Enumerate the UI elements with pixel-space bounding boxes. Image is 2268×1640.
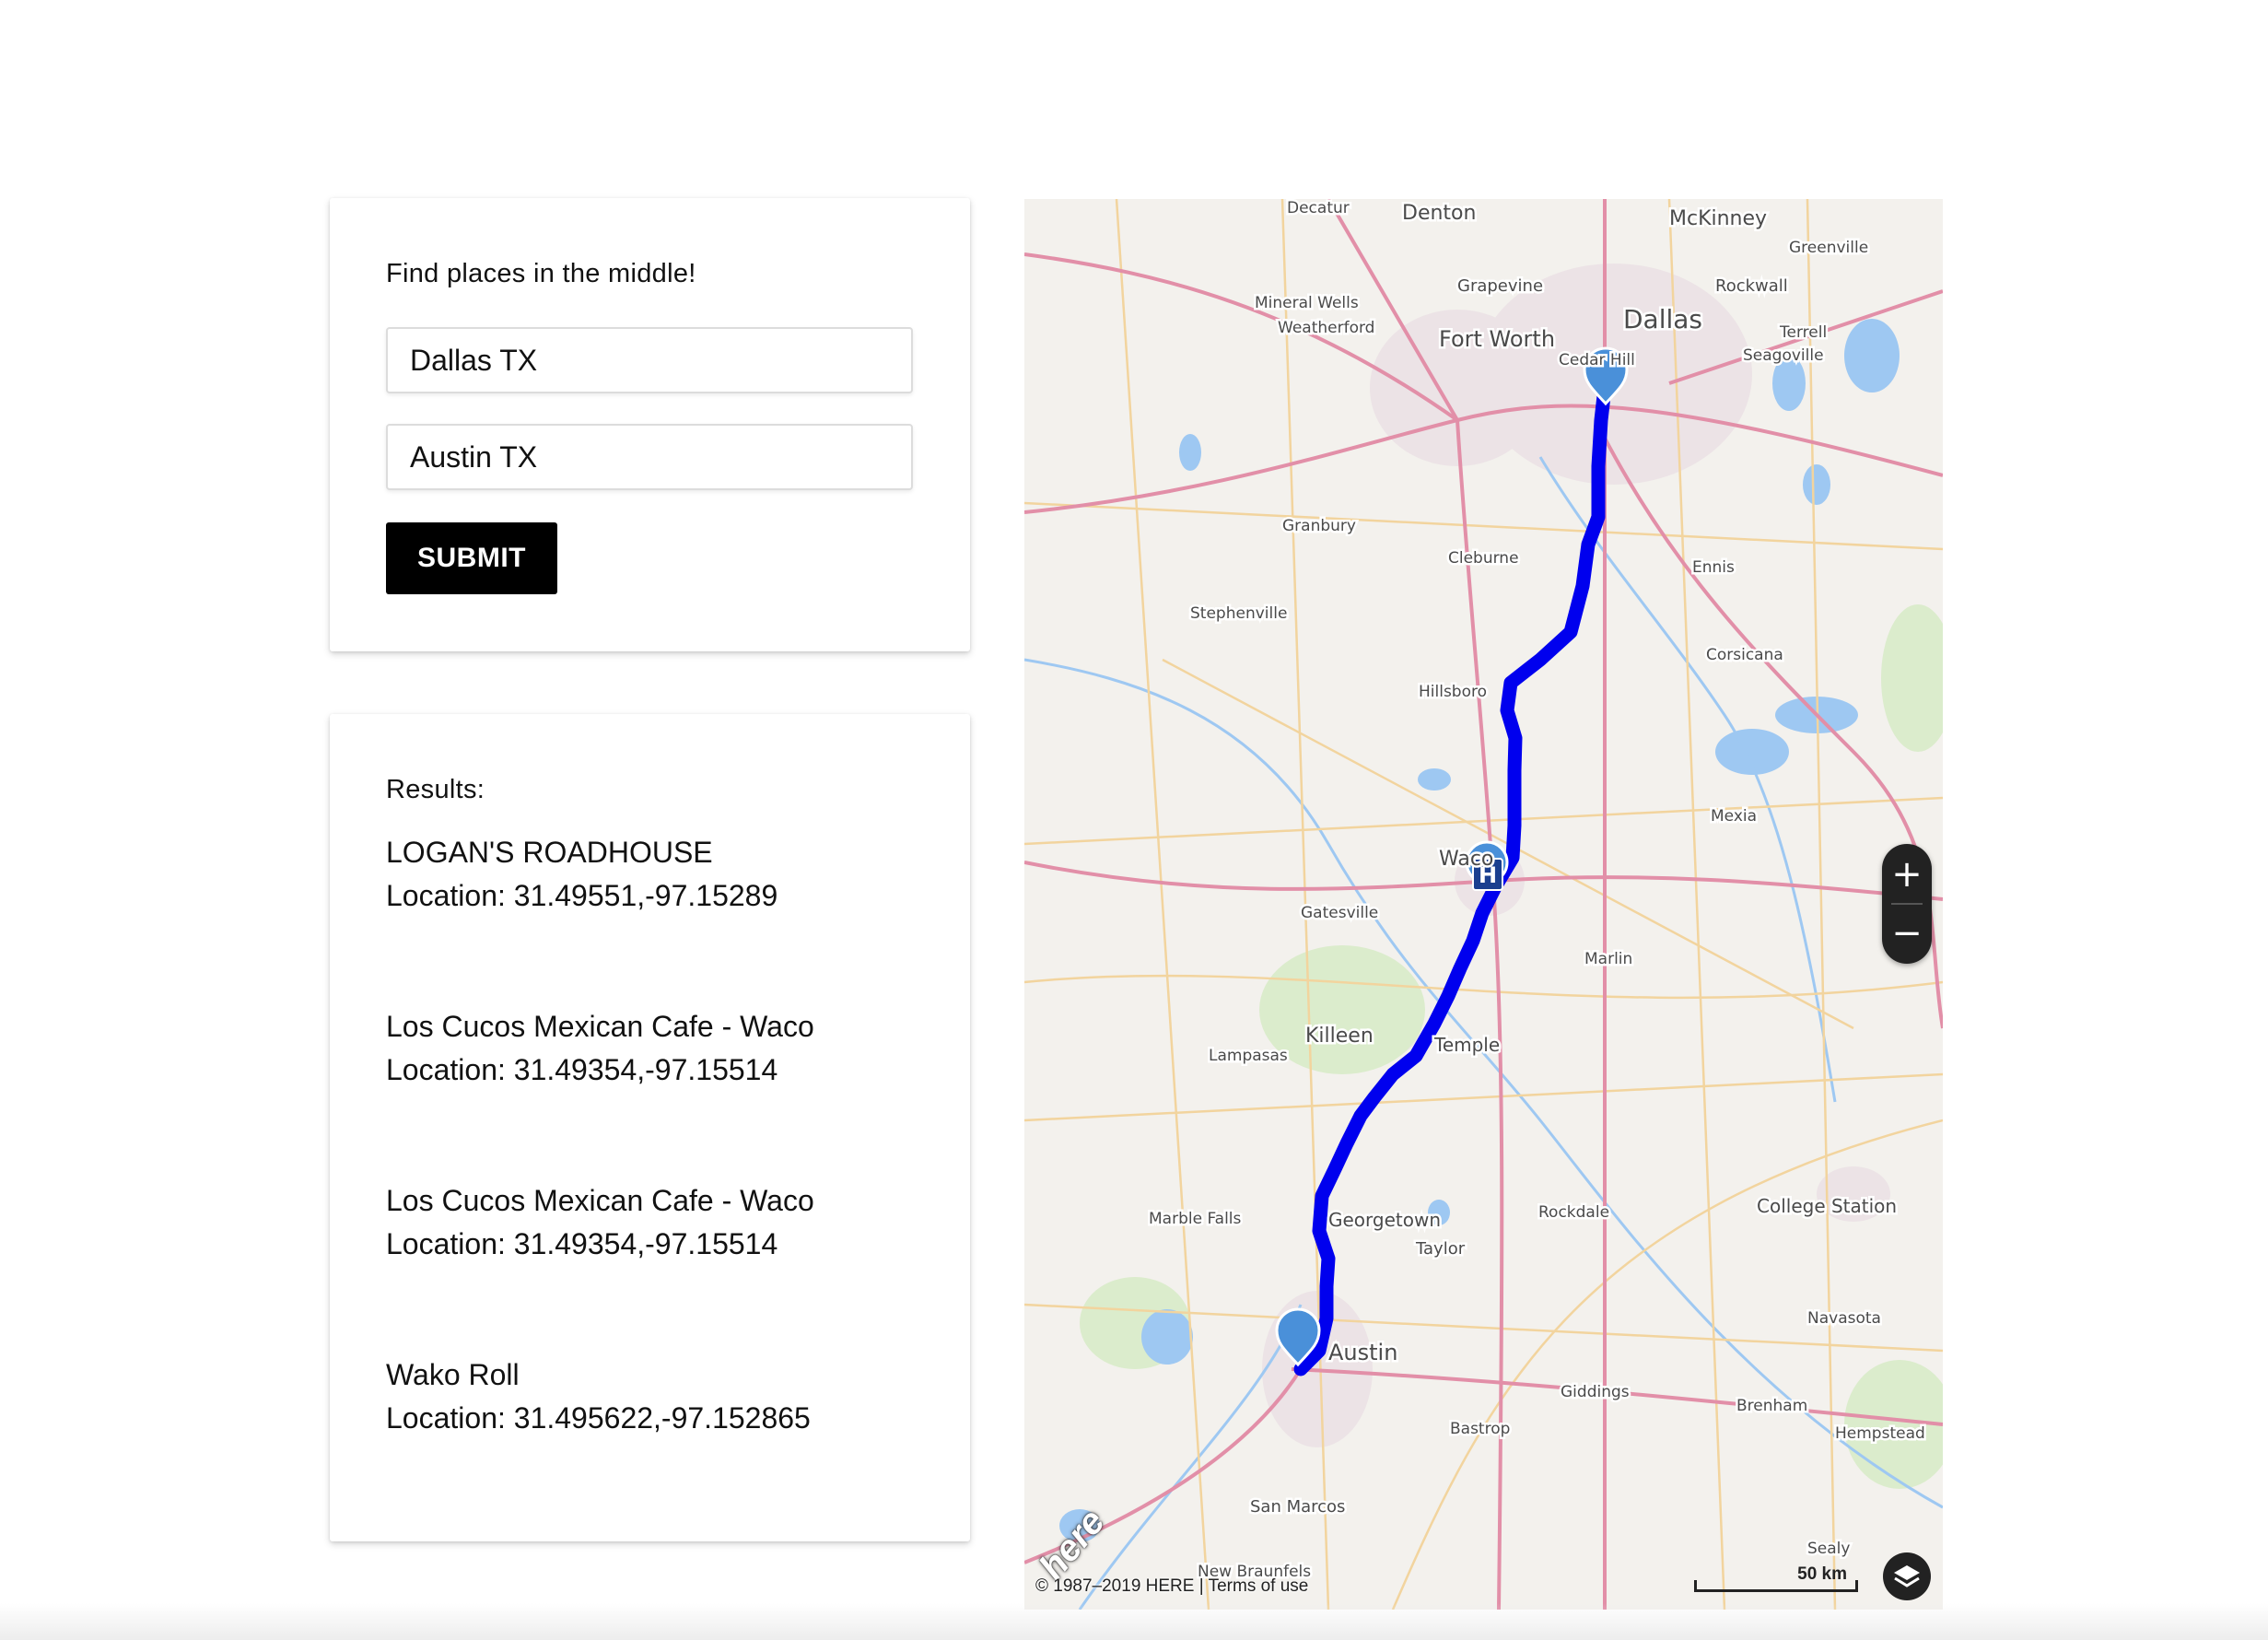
copyright-text: © 1987–2019 HERE | [1035,1576,1209,1596]
origin-input[interactable] [386,327,913,393]
city-label: Grapevine [1457,276,1543,296]
city-label: Waco [1439,848,1493,871]
city-label: Ennis [1692,558,1735,577]
city-label: Granbury [1282,517,1356,535]
city-label: Dallas [1623,304,1702,334]
city-label: Greenville [1789,239,1868,257]
city-label: Sealy [1807,1540,1850,1558]
result-name: Wako Roll [386,1358,520,1391]
city-label: Rockwall [1715,276,1788,296]
terms-of-use-link[interactable]: Terms of use [1209,1576,1309,1596]
city-label: Hempstead [1835,1424,1925,1443]
map-copyright: © 1987–2019 HERE | Terms of use [1035,1576,1308,1597]
zoom-out-button[interactable]: − [1882,905,1932,962]
destination-input[interactable] [386,424,913,490]
bottom-fade [0,1603,2268,1640]
city-label: Decatur [1287,199,1350,217]
city-label: Rockdale [1538,1203,1609,1222]
city-label: Georgetown [1328,1209,1441,1231]
city-label: Cleburne [1448,549,1519,568]
city-label: McKinney [1669,207,1767,230]
city-label: Lampasas [1209,1047,1288,1065]
city-label: Mexia [1711,807,1757,826]
scale-bar: 50 km [1694,1564,1858,1592]
result-item: LOGAN'S ROADHOUSE Location: 31.49551,-97… [386,831,939,918]
search-title: Find places in the middle! [386,259,696,288]
city-label: Bastrop [1450,1420,1510,1438]
result-name: Los Cucos Mexican Cafe - Waco [386,1184,814,1217]
city-label: Terrell [1779,323,1827,342]
city-label: Seagoville [1743,346,1824,365]
urban-areas [1262,264,1890,1447]
city-label: Giddings [1561,1383,1630,1401]
city-label: Hillsboro [1419,683,1487,701]
city-label: Killeen [1305,1025,1374,1048]
page: Find places in the middle! SUBMIT Result… [0,0,2268,1640]
route-map[interactable]: H Decatur Denton McKinney Greenville Rockwal… [1024,199,1943,1610]
city-label: Navasota [1807,1309,1881,1328]
city-label: Temple [1433,1034,1500,1056]
result-item: Los Cucos Mexican Cafe - Waco Location: … [386,1005,939,1092]
city-label: Marlin [1584,950,1632,968]
layers-button[interactable] [1883,1552,1931,1600]
city-label: Cedar Hill [1559,351,1635,369]
city-label: Austin [1328,1340,1397,1365]
city-label: San Marcos [1250,1497,1345,1517]
results-card: Results: LOGAN'S ROADHOUSE Location: 31.… [330,714,970,1541]
city-label: Stephenville [1190,604,1287,623]
city-label: College Station [1757,1195,1897,1217]
city-label: Brenham [1736,1397,1807,1415]
city-label: Gatesville [1301,904,1378,922]
city-label: Corsicana [1706,646,1783,664]
result-name: LOGAN'S ROADHOUSE [386,836,713,869]
city-label: Taylor [1415,1239,1466,1259]
city-label: Weatherford [1278,319,1374,337]
result-location: Location: 31.49551,-97.15289 [386,879,778,912]
zoom-in-button[interactable]: + [1882,846,1932,903]
search-card: Find places in the middle! SUBMIT [330,198,970,651]
results-title: Results: [386,775,485,804]
scale-bar-line [1694,1580,1858,1592]
result-location: Location: 31.49354,-97.15514 [386,1053,778,1086]
result-location: Location: 31.495622,-97.152865 [386,1401,811,1435]
layers-icon [1894,1565,1920,1587]
city-label: Marble Falls [1149,1210,1242,1228]
result-item: Wako Roll Location: 31.495622,-97.152865 [386,1353,939,1440]
zoom-control: + − [1882,844,1932,964]
city-label: Fort Worth [1439,326,1555,352]
city-label: Denton [1402,202,1476,225]
map-canvas[interactable]: H Decatur Denton McKinneyGreenvilleRockwal… [1024,199,1943,1610]
city-label: Mineral Wells [1255,294,1359,312]
result-item: Los Cucos Mexican Cafe - Waco Location: … [386,1179,939,1266]
result-name: Los Cucos Mexican Cafe - Waco [386,1010,814,1043]
result-location: Location: 31.49354,-97.15514 [386,1227,778,1260]
submit-button[interactable]: SUBMIT [386,522,557,594]
